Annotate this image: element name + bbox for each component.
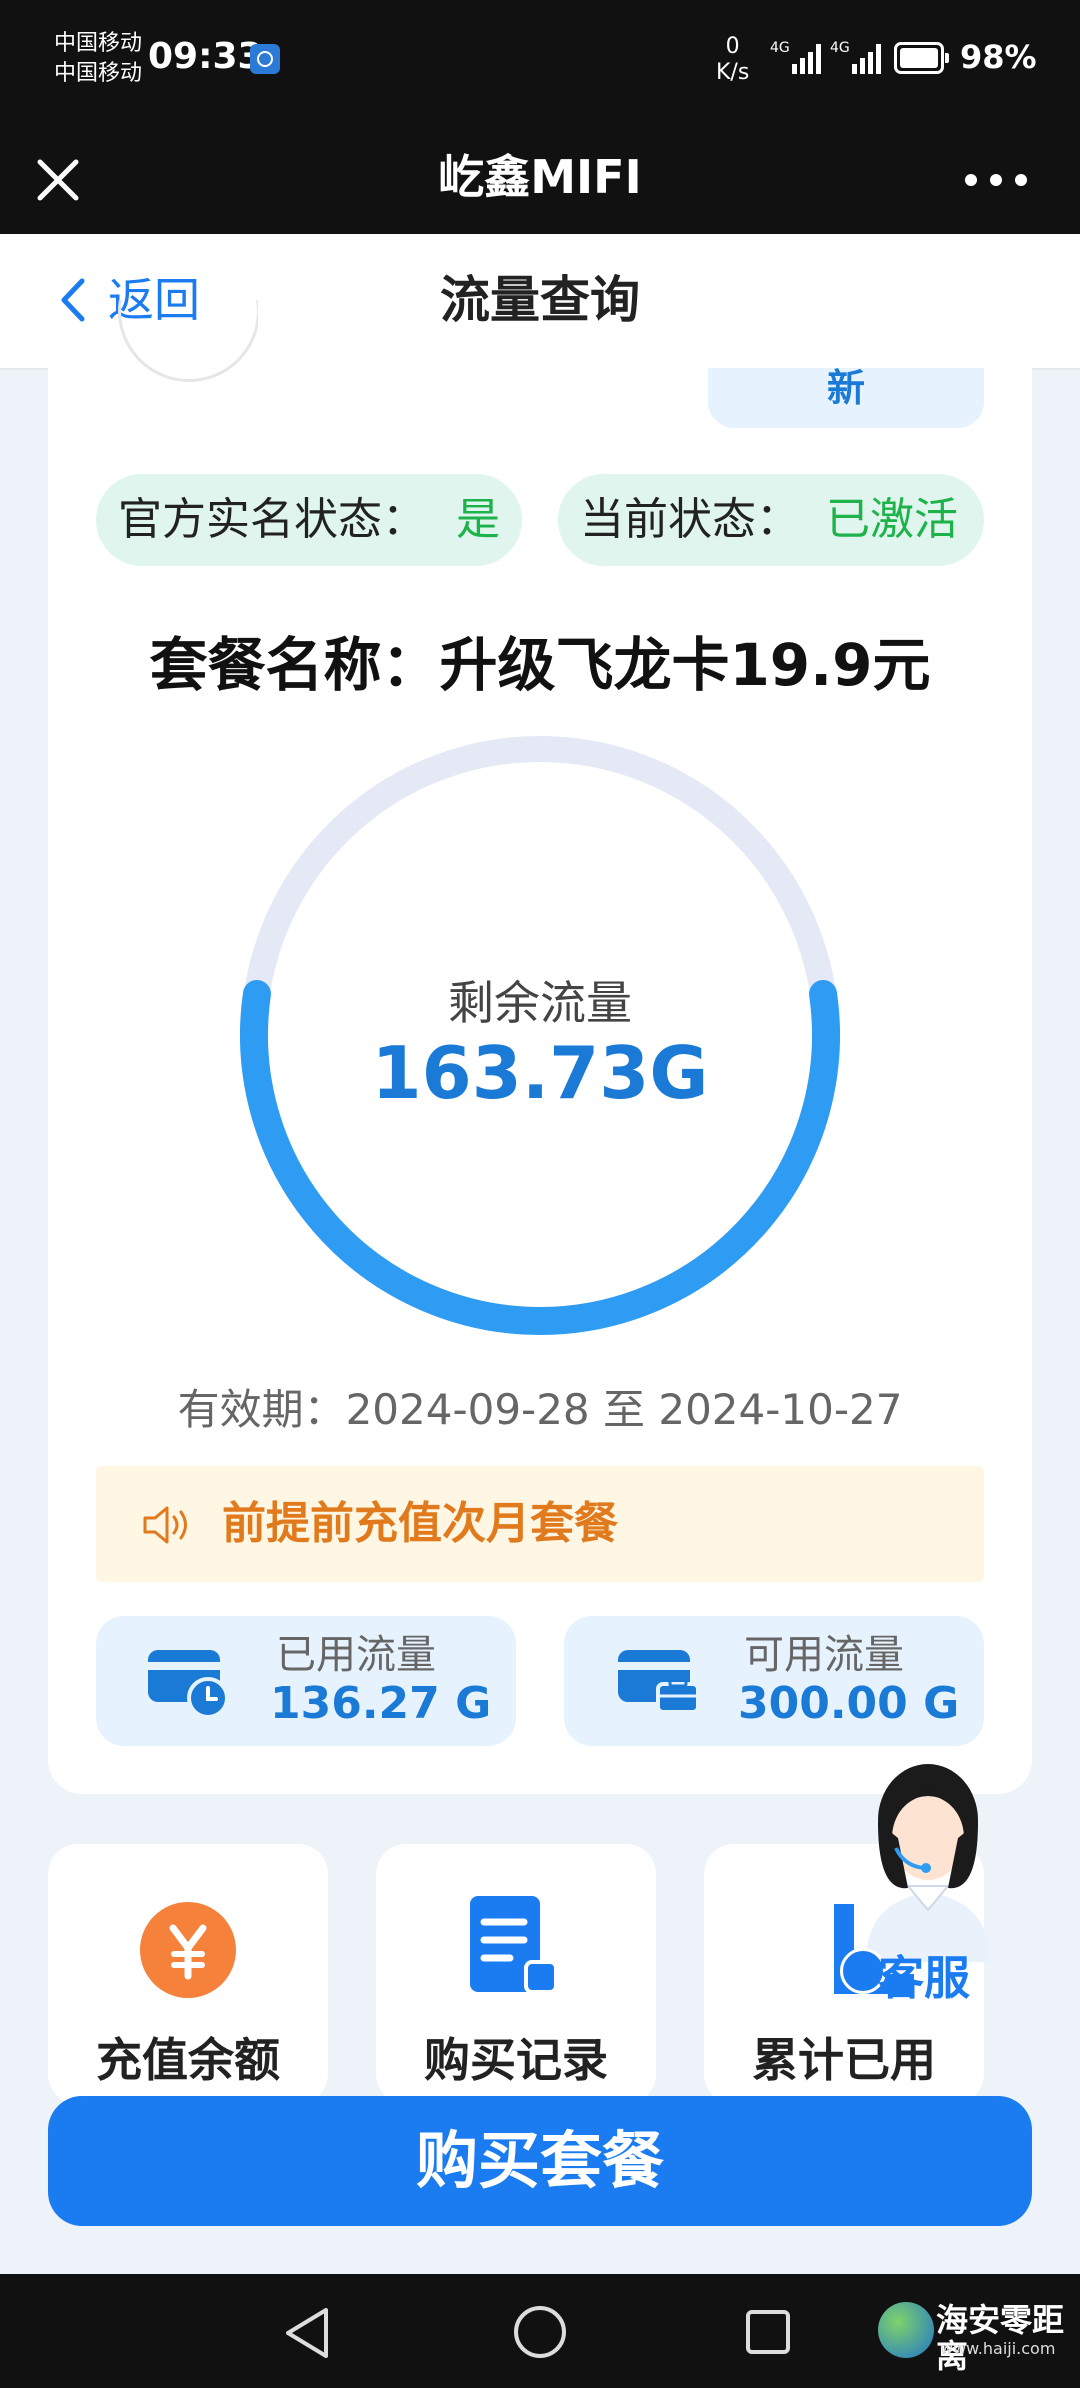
battery-level: 98% <box>960 38 1037 76</box>
used-traffic-box: 已用流量 136.27 G <box>96 1616 516 1746</box>
status-label: 当前状态： <box>580 494 800 545</box>
clock: 09:33 <box>148 36 263 77</box>
card-clock-icon <box>148 1650 229 1716</box>
app-title-bar: 屹鑫MIFI <box>0 120 1080 234</box>
app-title: 屹鑫MIFI <box>438 150 642 204</box>
watermark-url: www.haiji.com <box>940 2339 1056 2358</box>
watermark-logo-icon <box>878 2302 934 2358</box>
home-circle-icon[interactable] <box>512 2304 568 2360</box>
document-icon <box>470 1896 558 1994</box>
realname-label: 官方实名状态： <box>118 494 426 545</box>
app-notification-icon <box>250 44 280 74</box>
net-speed-unit: K/s <box>716 60 750 85</box>
package-name: 套餐名称：升级飞龙卡19.9元 <box>149 631 931 699</box>
remaining-value: 163.73G <box>371 1031 709 1115</box>
more-options-icon[interactable] <box>964 172 1028 186</box>
carrier-2: 中国移动 <box>54 61 143 86</box>
available-label: 可用流量 <box>744 1632 904 1678</box>
status-bar: 中国移动 中国移动 09:33 0 K/s 4G 4G 98% <box>0 0 1080 120</box>
tile-purchase-history[interactable]: 购买记录 <box>376 1844 656 2104</box>
tile-label: 累计已用 <box>752 2033 936 2087</box>
battery-icon <box>894 42 949 74</box>
chevron-left-icon <box>61 278 85 322</box>
tile-label: 购买记录 <box>424 2033 608 2087</box>
refresh-label: 新 <box>826 366 865 410</box>
avatar <box>118 300 258 386</box>
speaker-icon <box>143 1506 187 1544</box>
realname-status-badge: 官方实名状态： 是 <box>96 474 522 566</box>
back-triangle-icon[interactable] <box>282 2306 332 2360</box>
recents-square-icon[interactable] <box>744 2308 792 2356</box>
status-value: 已激活 <box>826 494 958 545</box>
customer-service-button[interactable]: 客服 <box>838 1762 1018 2012</box>
available-traffic-box: 可用流量 300.00 G <box>564 1616 984 1746</box>
validity-period: 有效期：2024-09-28 至 2024-10-27 <box>177 1385 903 1434</box>
net-speed: 0 K/s <box>716 34 749 86</box>
support-label: 客服 <box>878 1951 970 2005</box>
refresh-button[interactable]: 新 <box>708 368 984 428</box>
remaining-traffic-gauge: 剩余流量 163.73G <box>240 735 840 1335</box>
carrier-1: 中国移动 <box>54 31 143 56</box>
realname-value: 是 <box>456 494 500 545</box>
card-wallet-icon <box>618 1650 700 1714</box>
yuan-icon <box>140 1902 236 1998</box>
net-speed-value: 0 <box>725 34 740 59</box>
tile-recharge-balance[interactable]: 充值余额 <box>48 1844 328 2104</box>
tile-label: 充值余额 <box>96 2033 280 2087</box>
activation-status-badge: 当前状态： 已激活 <box>558 474 984 566</box>
notice-text: 前提前充值次月套餐 <box>222 1498 618 1549</box>
system-nav-bar: 海安零距离 www.haiji.com <box>0 2274 1080 2388</box>
used-label: 已用流量 <box>276 1632 436 1678</box>
remaining-label: 剩余流量 <box>448 976 632 1030</box>
buy-package-button[interactable]: 购买套餐 <box>48 2096 1032 2226</box>
watermark-name: 海安零距离 <box>936 2301 1065 2375</box>
support-agent-icon <box>866 1764 990 1962</box>
used-value: 136.27 G <box>270 1678 492 1729</box>
notice-bar: 前提前充值次月套餐 <box>96 1466 984 1582</box>
available-value: 300.00 G <box>738 1678 960 1729</box>
